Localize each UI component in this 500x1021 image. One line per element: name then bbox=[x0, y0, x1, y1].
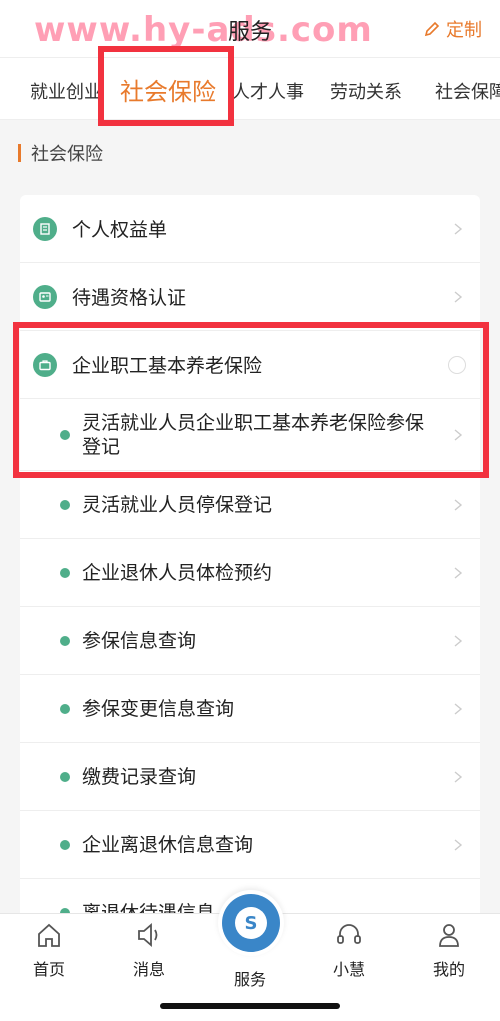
sub-item-retirement-query[interactable]: 企业离退休信息查询 bbox=[20, 811, 480, 879]
sub-item-health-checkup[interactable]: 企业退休人员体检预约 bbox=[20, 539, 480, 607]
user-icon bbox=[439, 924, 459, 947]
s-logo-mark: S bbox=[235, 907, 267, 939]
tab-rencai[interactable]: 人才人事 bbox=[232, 78, 304, 104]
service-logo: S bbox=[222, 894, 280, 952]
chevron-right-icon bbox=[454, 770, 463, 783]
id-card-icon bbox=[33, 284, 57, 309]
section-title: 社会保险 bbox=[18, 140, 103, 166]
sub-item-stop-registration[interactable]: 灵活就业人员停保登记 bbox=[20, 471, 480, 539]
nav-messages[interactable]: 消息 bbox=[114, 920, 184, 980]
chevron-right-icon bbox=[454, 566, 463, 579]
chevron-right-icon bbox=[454, 634, 463, 647]
chevron-right-icon bbox=[454, 702, 463, 715]
sub-item-label: 企业离退休信息查询 bbox=[82, 833, 254, 856]
tab-shehuibaozhang[interactable]: 社会保障 bbox=[435, 78, 500, 104]
bullet-dot bbox=[60, 635, 70, 646]
list-item-personal-rights[interactable]: 个人权益单 bbox=[20, 195, 480, 263]
sub-item-insurance-query[interactable]: 参保信息查询 bbox=[20, 607, 480, 675]
chevron-right-icon bbox=[454, 290, 463, 303]
bullet-dot bbox=[60, 703, 70, 714]
tab-jiuye[interactable]: 就业创业 bbox=[30, 78, 102, 104]
sub-item-flexible-registration[interactable]: 灵活就业人员企业职工基本养老保险参保登记 bbox=[20, 399, 480, 471]
sub-item-label: 参保信息查询 bbox=[82, 629, 197, 652]
nav-label: 小慧 bbox=[332, 960, 365, 979]
sub-item-payment-records[interactable]: 缴费记录查询 bbox=[20, 743, 480, 811]
bullet-dot bbox=[60, 771, 70, 782]
nav-label: 服务 bbox=[233, 970, 266, 989]
briefcase-icon bbox=[33, 352, 57, 377]
nav-label: 消息 bbox=[132, 960, 165, 979]
chevron-down-icon[interactable] bbox=[448, 355, 466, 374]
headset-icon bbox=[337, 924, 361, 944]
nav-label: 我的 bbox=[432, 960, 465, 979]
sub-item-label: 灵活就业人员企业职工基本养老保险参保登记 bbox=[82, 411, 425, 458]
speaker-icon bbox=[138, 923, 158, 947]
chevron-right-icon bbox=[454, 498, 463, 511]
top-header: www.hy-ads.com 服务 定制 bbox=[0, 0, 500, 58]
bullet-dot bbox=[60, 499, 70, 510]
pencil-icon bbox=[424, 21, 440, 37]
sub-item-change-query[interactable]: 参保变更信息查询 bbox=[20, 675, 480, 743]
nav-service[interactable]: 服务 bbox=[215, 960, 285, 990]
sub-item-label: 缴费记录查询 bbox=[82, 765, 197, 788]
chevron-right-icon bbox=[454, 428, 463, 441]
list-item-eligibility[interactable]: 待遇资格认证 bbox=[20, 263, 480, 331]
list-item-pension-insurance[interactable]: 企业职工基本养老保险 bbox=[20, 331, 480, 399]
nav-assistant[interactable]: 小慧 bbox=[314, 920, 384, 980]
home-indicator bbox=[160, 1003, 340, 1009]
tab-laodong[interactable]: 劳动关系 bbox=[330, 78, 402, 104]
bullet-dot bbox=[60, 567, 70, 578]
list-item-label: 企业职工基本养老保险 bbox=[72, 355, 263, 377]
sub-item-label: 参保变更信息查询 bbox=[82, 697, 235, 720]
tab-shehuibaoxian[interactable]: 社会保险 bbox=[120, 72, 216, 107]
service-list: 个人权益单 待遇资格认证 企业职工基本养老保险 灵活就业人员企业职工基本养老保险… bbox=[20, 195, 480, 947]
list-item-label: 个人权益单 bbox=[72, 219, 168, 241]
sub-item-label: 企业退休人员体检预约 bbox=[82, 561, 273, 584]
chevron-right-icon bbox=[454, 838, 463, 851]
category-tabs: 就业创业 社会保险 人才人事 劳动关系 社会保障 bbox=[0, 58, 500, 120]
sub-item-label: 灵活就业人员停保登记 bbox=[82, 493, 273, 516]
nav-label: 首页 bbox=[32, 960, 65, 979]
nav-mine[interactable]: 我的 bbox=[414, 920, 484, 980]
list-item-label: 待遇资格认证 bbox=[72, 287, 187, 309]
document-icon bbox=[33, 216, 57, 241]
chevron-right-icon bbox=[454, 222, 463, 235]
bullet-dot bbox=[60, 429, 70, 440]
service-logo-icon[interactable]: S bbox=[218, 890, 284, 956]
home-icon bbox=[38, 923, 60, 947]
customize-button[interactable]: 定制 bbox=[424, 16, 482, 42]
customize-label: 定制 bbox=[446, 20, 482, 41]
bullet-dot bbox=[60, 839, 70, 850]
nav-home[interactable]: 首页 bbox=[14, 920, 84, 980]
